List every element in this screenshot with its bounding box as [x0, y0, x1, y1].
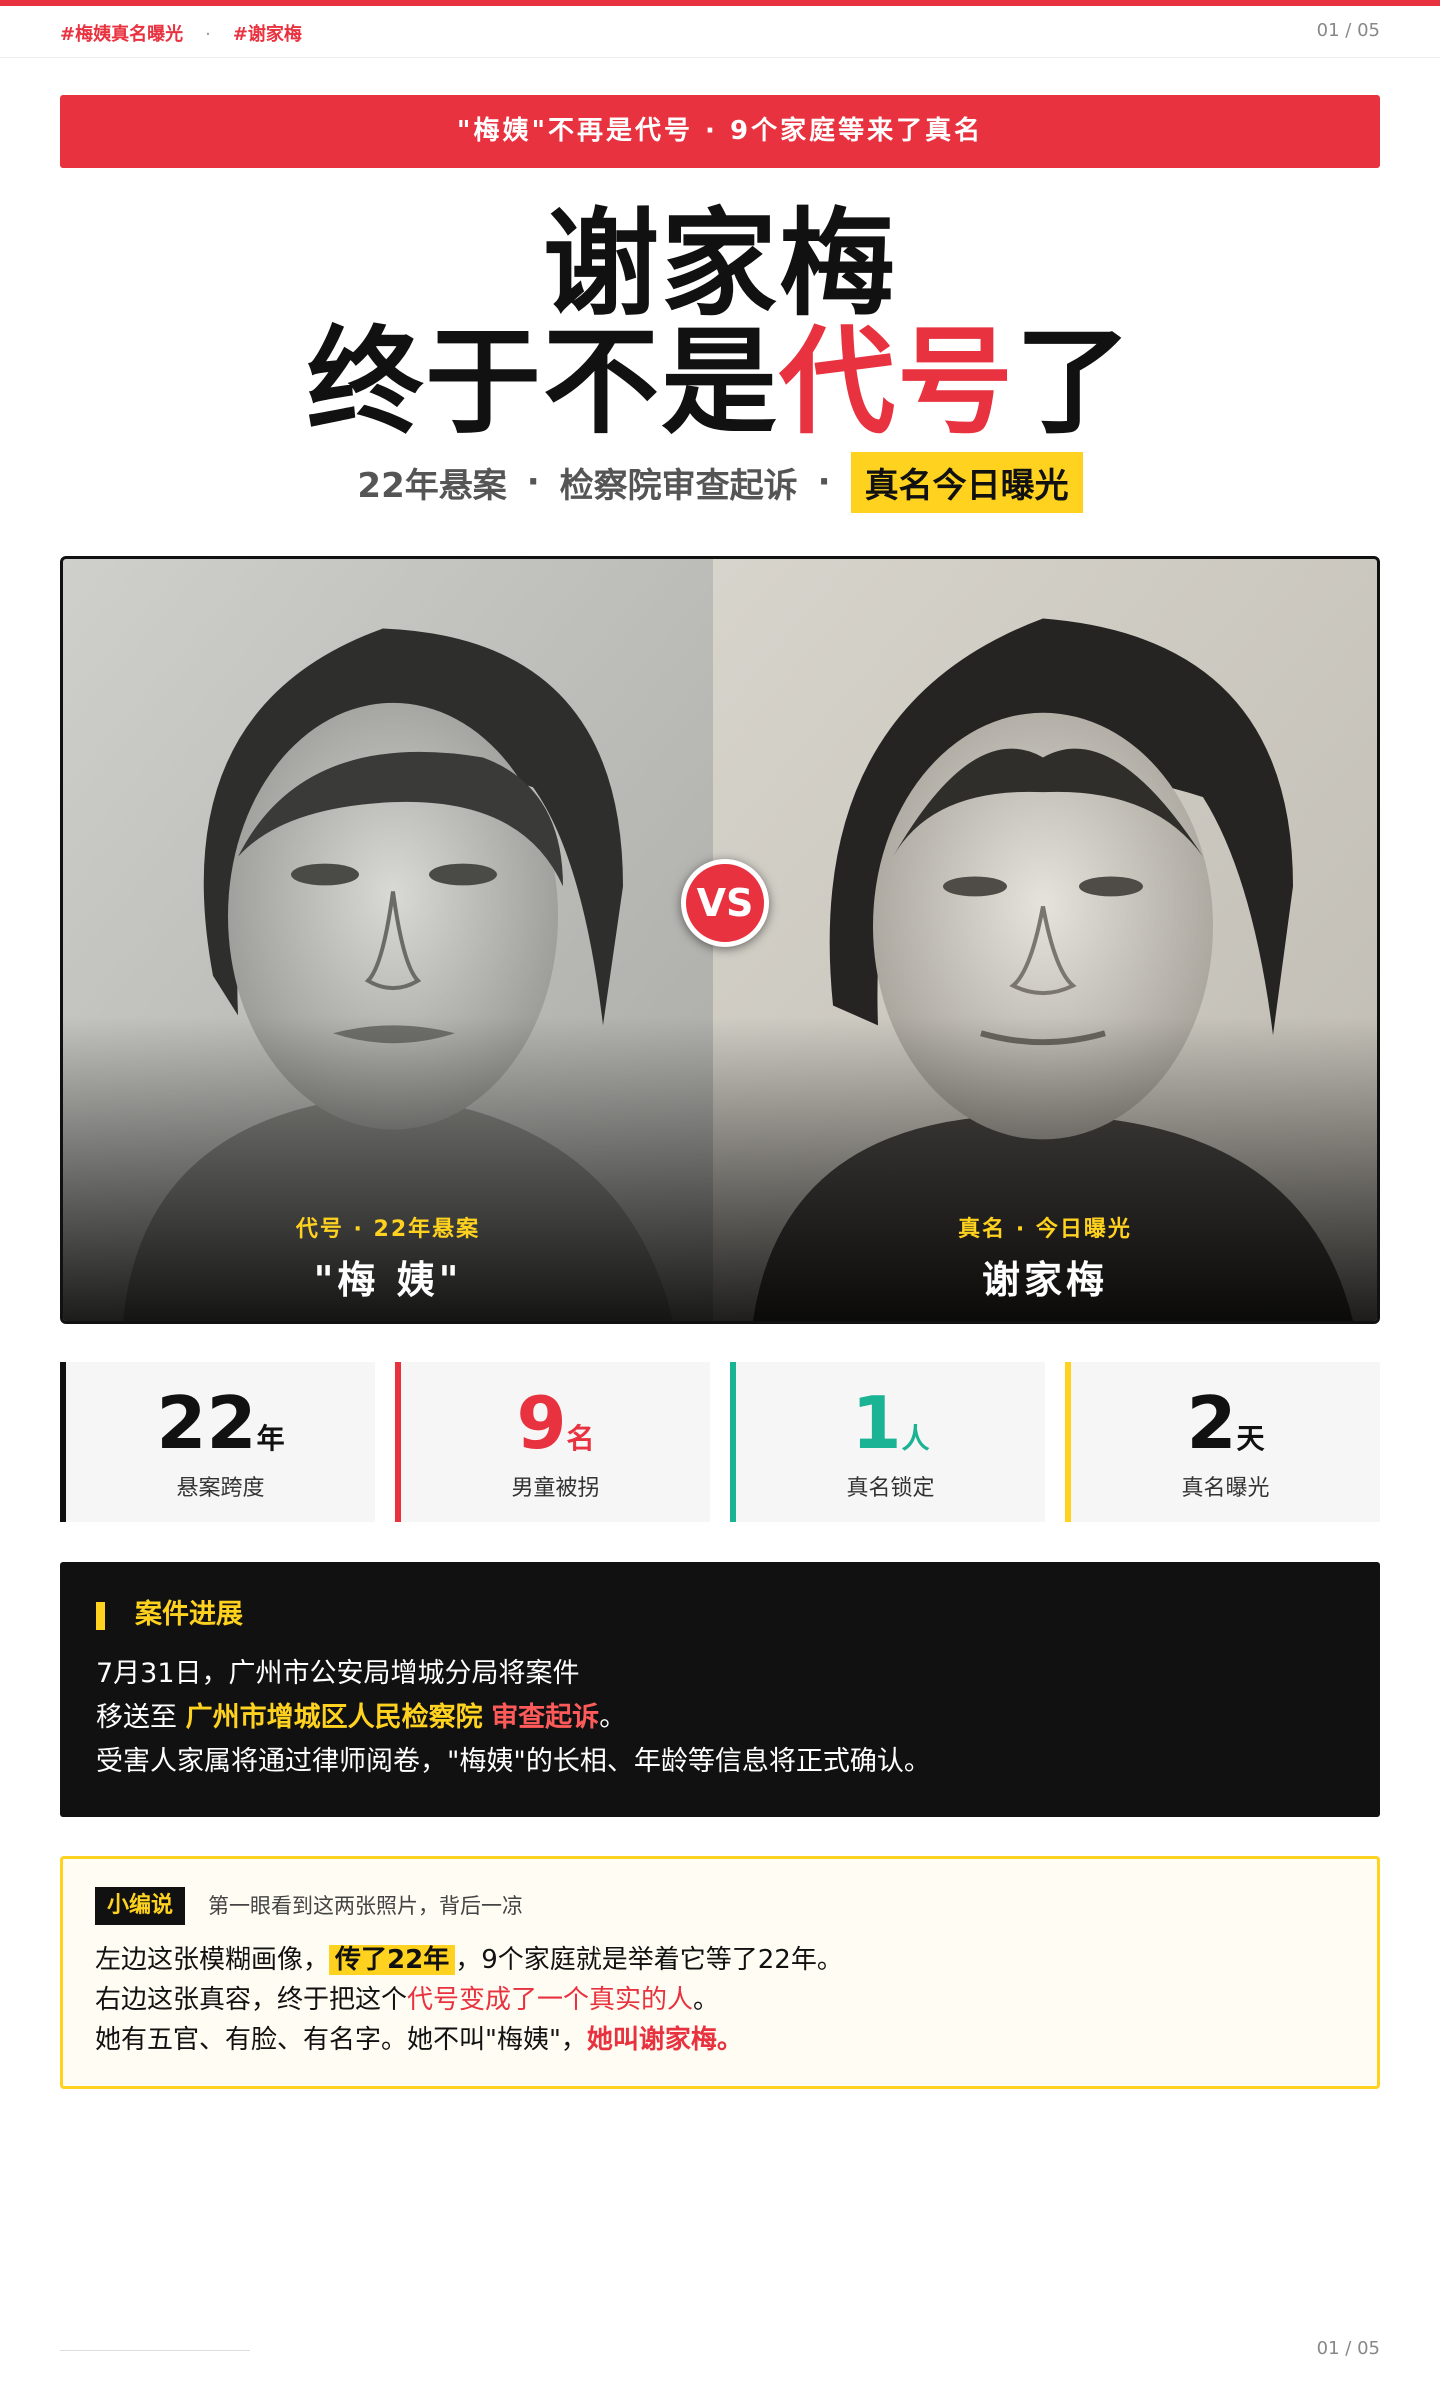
footer-page-indicator: 01 / 05 [1316, 2338, 1380, 2359]
emphasis-name: 她叫谢家梅。 [586, 2025, 743, 2055]
stat-unit: 天 [1236, 1422, 1265, 1455]
case-progress-line: 受害人家属将通过律师阅卷，"梅姨"的长相、年龄等信息将正式确认。 [96, 1746, 931, 1777]
headline-banner: "梅姨"不再是代号 · 9个家庭等来了真名 [60, 95, 1380, 168]
line-text: 她有五官、有脸、有名字。她不叫"梅姨"， [95, 2025, 587, 2055]
top-bar: #梅姨真名曝光 · #谢家梅 01 / 05 [0, 6, 1440, 58]
stat-card-victims: 9名 男童被拐 [395, 1362, 710, 1522]
stat-value: 2 [1186, 1381, 1237, 1465]
case-progress-line: 移送至 广州市增城区人民检察院 审查起诉。 [96, 1698, 626, 1738]
hashtag-link[interactable]: #梅姨真名曝光 [60, 24, 183, 45]
page-indicator: 01 / 05 [1316, 20, 1380, 41]
headline-prefix: 终于不是 [307, 315, 779, 450]
right-caption-name: 谢家梅 [981, 1258, 1108, 1302]
stat-label: 男童被拐 [511, 1476, 600, 1501]
hashtag-list: #梅姨真名曝光 · #谢家梅 [60, 20, 302, 46]
sketch-portrait-right: 真名 · 今日曝光 谢家梅 [713, 559, 1377, 1321]
stat-unit: 名 [566, 1422, 595, 1455]
footer-divider [60, 2350, 250, 2351]
editor-line: 她有五官、有脸、有名字。她不叫"梅姨"，她叫谢家梅。 [95, 2021, 743, 2059]
editor-hint: 第一眼看到这两张照片，背后一凉 [208, 1894, 523, 1918]
headline-line-2: 终于不是代号了 [0, 323, 1440, 443]
stat-value: 1 [851, 1381, 902, 1465]
editor-line: 右边这张真容，终于把这个代号变成了一个真实的人。 [95, 1981, 719, 2019]
hashtag-link[interactable]: #谢家梅 [233, 24, 302, 45]
stat-number: 2天 [1071, 1384, 1380, 1478]
stat-card-days: 2天 真名曝光 [1065, 1362, 1380, 1522]
procuratorate-name: 广州市增城区人民检察院 [185, 1702, 483, 1733]
emphasis-text: 代号变成了一个真实的人 [407, 1985, 694, 2015]
subheadline: 22年悬案 · 检察院审查起诉 · 真名今日曝光 [0, 451, 1440, 513]
stat-value: 22 [156, 1381, 257, 1465]
editor-tag: 小编说 [95, 1887, 186, 1925]
stat-card-identified: 1人 真名锁定 [730, 1362, 1045, 1522]
prosecution-action: 审查起诉 [491, 1702, 600, 1733]
case-progress-panel: 案件进展 7月31日，广州市公安局增城分局将案件 移送至 广州市增城区人民检察院… [60, 1562, 1380, 1817]
line-text: 。 [599, 1702, 627, 1733]
stat-label: 真名曝光 [1181, 1476, 1270, 1501]
stat-label: 悬案跨度 [176, 1476, 265, 1501]
subline-separator: · [526, 462, 540, 502]
stat-number: 9名 [401, 1384, 710, 1478]
hashtag-separator: · [205, 24, 211, 45]
stat-unit: 人 [901, 1422, 930, 1455]
stat-unit: 年 [256, 1422, 285, 1455]
sketch-portrait-left: 代号 · 22年悬案 "梅 姨" [63, 559, 713, 1321]
right-caption-tag: 真名 · 今日曝光 [958, 1217, 1132, 1242]
title-accent-bar [96, 1601, 105, 1630]
line-text: 。 [693, 1985, 720, 2015]
headline-suffix: 了 [1015, 315, 1133, 450]
highlight-years: 传了22年 [329, 1945, 456, 1975]
editor-note-panel: 小编说 第一眼看到这两张照片，背后一凉 左边这张模糊画像， 传了22年 ，9个家庭就… [60, 1856, 1380, 2089]
case-progress-title-text: 案件进展 [135, 1599, 243, 1630]
subline-highlight-badge: 真名今日曝光 [850, 451, 1083, 513]
subline-prosecution: 检察院审查起诉 [559, 465, 798, 506]
comparison-photo-frame: 代号 · 22年悬案 "梅 姨" 真名 · 今日曝光 谢家梅 VS [60, 556, 1380, 1324]
stat-number: 1人 [736, 1384, 1045, 1478]
line-text: 右边这张真容，终于把这个 [95, 1985, 408, 2015]
left-caption-name: "梅 姨" [313, 1258, 463, 1302]
stat-number: 22年 [66, 1384, 375, 1478]
subline-case-span: 22年悬案 [357, 465, 507, 506]
line-text: 左边这张模糊画像， [95, 1945, 330, 1975]
headline-line-1: 谢家梅 [543, 197, 897, 332]
subline-separator: · [817, 462, 831, 502]
left-caption-tag: 代号 · 22年悬案 [295, 1217, 481, 1242]
headline-accent: 代号 [779, 315, 1015, 450]
case-progress-title: 案件进展 [96, 1598, 243, 1632]
sketch-portrait-image [63, 559, 713, 1321]
stat-value: 9 [516, 1381, 567, 1465]
portrait-image [713, 559, 1377, 1321]
vs-badge: VS [681, 859, 769, 947]
line-text: ，9个家庭就是举着它等了22年。 [455, 1945, 843, 1975]
editor-line: 左边这张模糊画像， 传了22年 ，9个家庭就是举着它等了22年。 [95, 1941, 843, 1979]
line-text: 移送至 [96, 1702, 177, 1733]
stat-label: 真名锁定 [846, 1476, 935, 1501]
stat-card-years: 22年 悬案跨度 [60, 1362, 375, 1522]
case-progress-line: 7月31日，广州市公安局增城分局将案件 [96, 1658, 580, 1689]
